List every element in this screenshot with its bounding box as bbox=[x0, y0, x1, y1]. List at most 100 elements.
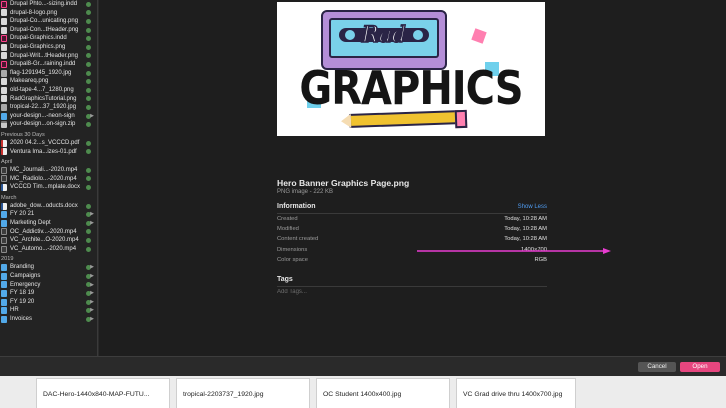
info-row: Modified Today, 10:28 AM bbox=[277, 224, 547, 234]
file-row[interactable]: Drupal-Graphics.indd bbox=[0, 34, 97, 43]
info-row: Content created Today, 10:28 AM bbox=[277, 234, 547, 244]
folder-row[interactable]: HR ▶ bbox=[0, 306, 97, 315]
folder-icon bbox=[1, 211, 7, 219]
file-name: HR bbox=[10, 307, 19, 314]
section-april: April bbox=[1, 159, 13, 166]
file-name: FY 18 19 bbox=[10, 290, 35, 297]
preview-text-graphics: GRAPHICS bbox=[299, 62, 523, 116]
decorative-diamond bbox=[471, 28, 487, 44]
file-name: Branding bbox=[10, 264, 35, 271]
info-row: Color space RGB bbox=[277, 255, 547, 265]
year-2019-list: Branding ▶ Campaigns ▶ Emergency ▶ FY 18 19 ▶ FY… bbox=[0, 263, 97, 323]
folder-row[interactable]: Emergency ▶ bbox=[0, 281, 97, 290]
file-row[interactable]: VC_Automo...-2020.mp4 bbox=[0, 245, 97, 254]
grid-thumb[interactable]: VC Grad drive thru 1400x700.jpg bbox=[456, 378, 576, 408]
show-less-link[interactable]: Show Less bbox=[518, 204, 547, 210]
cloud-sync-icon bbox=[86, 167, 91, 173]
png-file-icon bbox=[1, 86, 7, 94]
file-row[interactable]: RadGraphicsTutorial.png bbox=[0, 95, 97, 104]
cassette-illustration: Rad bbox=[321, 10, 447, 70]
information-rows: Created Today, 10:28 AM Modified Today, 10:… bbox=[277, 214, 547, 265]
folder-row[interactable]: FY 19 20 ▶ bbox=[0, 298, 97, 307]
file-row[interactable]: 2020 04.2...s_VCCCD.pdf bbox=[0, 139, 97, 148]
png-file-icon bbox=[1, 78, 7, 86]
file-row[interactable]: VC_Archite...O-2020.mp4 bbox=[0, 236, 97, 245]
grid-thumb[interactable]: DAC-Hero-1440x840-MAP-FUTU... bbox=[36, 378, 170, 408]
chevron-right-icon[interactable]: ▶ bbox=[90, 289, 94, 298]
folder-icon bbox=[1, 112, 7, 120]
cloud-sync-icon bbox=[86, 79, 91, 85]
chevron-right-icon[interactable]: ▶ bbox=[90, 298, 94, 307]
folder-row[interactable]: Invoices ▶ bbox=[0, 315, 97, 324]
chevron-right-icon[interactable]: ▶ bbox=[90, 306, 94, 315]
folder-icon bbox=[1, 264, 7, 272]
mp4-file-icon bbox=[1, 228, 7, 236]
file-sidebar: Drupal Phto...-sizing.indd drupal-8-logo.… bbox=[0, 0, 98, 356]
mp4-file-icon bbox=[1, 245, 7, 253]
chevron-right-icon[interactable]: ▶ bbox=[90, 210, 94, 219]
file-row[interactable]: Drupal-Co...unicating.png bbox=[0, 17, 97, 26]
preview-text-rad: Rad bbox=[361, 22, 407, 49]
grid-thumb[interactable]: tropical-2203737_1920.jpg bbox=[176, 378, 310, 408]
info-value: RGB bbox=[534, 256, 547, 263]
chevron-right-icon[interactable]: ▶ bbox=[90, 272, 94, 281]
file-row[interactable]: Drupal Phto...-sizing.indd bbox=[0, 0, 97, 9]
file-row[interactable]: Drupal-Writ...tHeader.png bbox=[0, 52, 97, 61]
file-name: Emergency bbox=[10, 281, 41, 288]
add-tags-input[interactable] bbox=[277, 289, 397, 295]
open-button[interactable]: Open bbox=[680, 362, 720, 372]
file-name: drupal-8-logo.png bbox=[10, 9, 58, 16]
chevron-right-icon[interactable]: ▶ bbox=[90, 219, 94, 228]
folder-row[interactable]: Marketing Dept ▶ bbox=[0, 219, 97, 228]
section-2019: 2019 bbox=[1, 256, 14, 263]
file-row[interactable]: Drupal8-Gr...raining.indd bbox=[0, 60, 97, 69]
file-name: old-tape-4...7_1280.png bbox=[10, 86, 74, 93]
file-row[interactable]: adobe_dow...oducts.docx bbox=[0, 202, 97, 211]
file-name: RadGraphicsTutorial.png bbox=[10, 95, 77, 102]
file-row[interactable]: OC_Addictiv...-2020.mp4 bbox=[0, 228, 97, 237]
file-row[interactable]: VCCCD Tim...mplate.docx bbox=[0, 183, 97, 192]
file-row[interactable]: Ventura Ima...izes-01.pdf bbox=[0, 148, 97, 157]
file-row[interactable]: drupal-8-logo.png bbox=[0, 9, 97, 18]
file-name: Ventura Ima...izes-01.pdf bbox=[10, 148, 77, 155]
cloud-sync-icon bbox=[86, 140, 91, 146]
jpg-file-icon bbox=[1, 69, 7, 77]
chevron-right-icon[interactable]: ▶ bbox=[90, 263, 94, 272]
file-name: Invoices bbox=[10, 316, 33, 322]
cloud-sync-icon bbox=[86, 238, 91, 244]
pencil-illustration bbox=[348, 110, 462, 128]
folder-row[interactable]: FY 18 19 ▶ bbox=[0, 289, 97, 298]
tags-title: Tags bbox=[277, 276, 547, 287]
folder-row[interactable]: your-design...-neon-sign ▶ bbox=[0, 112, 97, 121]
file-kind-size: PNG image - 222 KB bbox=[277, 189, 334, 195]
file-row[interactable]: MC_Radiolo...-2020.mp4 bbox=[0, 175, 97, 184]
information-header: Information Show Less bbox=[277, 200, 547, 214]
march-list: adobe_dow...oducts.docx FY 20 21 ▶ Marketin… bbox=[0, 202, 97, 254]
file-row[interactable]: your-design...on-sign.zip bbox=[0, 120, 97, 129]
info-value: Today, 10:28 AM bbox=[504, 216, 547, 223]
previous-30-days-list: 2020 04.2...s_VCCCD.pdf Ventura Ima...ize… bbox=[0, 139, 97, 156]
file-name: OC_Addictiv...-2020.mp4 bbox=[10, 228, 77, 235]
chevron-right-icon[interactable]: ▶ bbox=[90, 315, 94, 324]
april-list: MC_Journali...-2020.mp4 MC_Radiolo...-202… bbox=[0, 166, 97, 192]
file-name: tropical-22...37_1920.jpg bbox=[10, 104, 77, 111]
file-row[interactable]: tropical-22...37_1920.jpg bbox=[0, 103, 97, 112]
file-row[interactable]: Drupal-Graphics.png bbox=[0, 43, 97, 52]
file-row[interactable]: Drupal-Con...tHeader.png bbox=[0, 26, 97, 35]
grid-thumb[interactable]: OC Student 1400x400.jpg bbox=[316, 378, 450, 408]
preview-pane: Rad GRAPHICS Hero Banner Graphics Page.p… bbox=[99, 0, 726, 356]
cancel-button[interactable]: Cancel bbox=[638, 362, 676, 372]
folder-row[interactable]: Branding ▶ bbox=[0, 263, 97, 272]
pdf-file-icon bbox=[1, 148, 7, 156]
file-row[interactable]: flag-1291945_1920.jpg bbox=[0, 69, 97, 78]
file-row[interactable]: old-tape-4...7_1280.png bbox=[0, 86, 97, 95]
file-name: Drupal-Graphics.png bbox=[10, 43, 66, 50]
chevron-right-icon[interactable]: ▶ bbox=[90, 281, 94, 290]
folder-row[interactable]: FY 20 21 ▶ bbox=[0, 210, 97, 219]
file-row[interactable]: MC_Journali...-2020.mp4 bbox=[0, 166, 97, 175]
file-row[interactable]: Makeareq.png bbox=[0, 77, 97, 86]
chevron-right-icon[interactable]: ▶ bbox=[90, 112, 94, 121]
folder-row[interactable]: Campaigns ▶ bbox=[0, 272, 97, 281]
file-name: Drupal Phto...-sizing.indd bbox=[10, 1, 78, 7]
docx-file-icon bbox=[1, 184, 7, 192]
